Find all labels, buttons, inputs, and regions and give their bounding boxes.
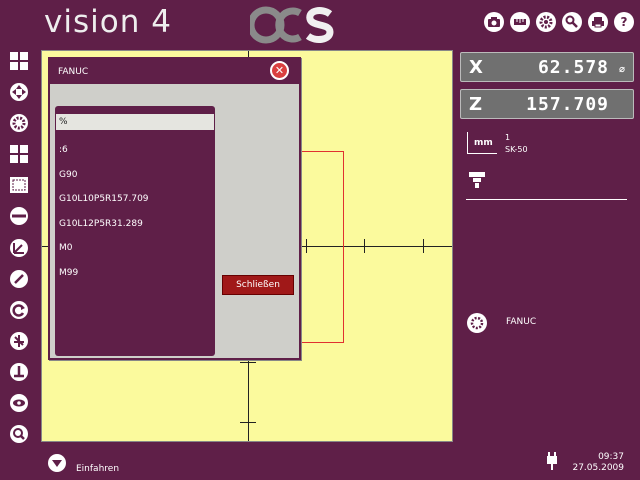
printer-icon[interactable]: [588, 12, 608, 32]
axis-tick: [423, 239, 424, 253]
grid-small-icon[interactable]: [8, 143, 30, 165]
tool-name: SK-50: [505, 145, 528, 154]
controller-label: FANUC: [506, 317, 537, 327]
dialog-header: FANUC ✕: [50, 59, 299, 84]
divider: [466, 199, 627, 200]
ocs-logo: [250, 6, 334, 44]
ruler-icon[interactable]: [510, 12, 530, 32]
move-icon[interactable]: [8, 81, 30, 103]
date: 27.05.2009: [572, 463, 624, 473]
gear-icon[interactable]: [536, 12, 556, 32]
retract-label: Einfahren: [76, 464, 120, 474]
x-value: 62.578: [537, 56, 609, 78]
retract-icon[interactable]: [48, 454, 66, 472]
time: 09:37: [598, 452, 624, 462]
axis-tick: [364, 239, 365, 253]
list-item[interactable]: G10L12P5R31.289: [56, 212, 214, 237]
camera-icon[interactable]: [484, 12, 504, 32]
rotate-icon[interactable]: [8, 299, 30, 321]
list-item[interactable]: M0: [56, 236, 214, 261]
list-item[interactable]: M99: [56, 261, 214, 286]
dialog-title: FANUC: [58, 66, 89, 77]
list-item[interactable]: :6: [56, 138, 214, 163]
list-item[interactable]: G90: [56, 163, 214, 188]
list-item[interactable]: G10L10P5R157.709: [56, 187, 214, 212]
unit-label: mm: [467, 132, 497, 154]
plug-icon: [547, 452, 557, 470]
gauge-icon[interactable]: [8, 268, 30, 290]
frame-icon[interactable]: [8, 174, 30, 196]
z-axis-label: Z: [469, 93, 483, 115]
axis-tick: [240, 422, 256, 423]
top-toolbar: ?: [484, 12, 634, 32]
z-value: 157.709: [526, 93, 609, 115]
close-button[interactable]: Schließen: [222, 275, 294, 295]
axis-tick: [240, 362, 256, 363]
base-icon[interactable]: [8, 361, 30, 383]
program-list[interactable]: % :6 G90 G10L10P5R157.709 G10L12P5R31.28…: [55, 106, 215, 356]
help-icon[interactable]: ?: [614, 12, 634, 32]
x-axis-label: X: [469, 56, 483, 78]
diameter-icon: ⌀: [618, 64, 625, 75]
grid-icon[interactable]: [8, 50, 30, 72]
tool-axis-icon[interactable]: [8, 330, 30, 352]
close-icon[interactable]: ✕: [270, 61, 289, 80]
app-title: vision 4: [44, 4, 172, 40]
zoom-icon[interactable]: [8, 423, 30, 445]
left-toolbar: [8, 50, 32, 454]
unit-info: mm 1 SK-50: [467, 132, 528, 156]
angle-icon[interactable]: [8, 237, 30, 259]
eye-icon[interactable]: [8, 392, 30, 414]
list-item[interactable]: %: [56, 114, 214, 130]
tool-holder-icon[interactable]: [467, 170, 487, 190]
z-coordinate-display: Z 157.709: [460, 89, 634, 119]
controller-icon[interactable]: [467, 313, 487, 333]
tool-number: 1: [505, 133, 511, 142]
wrench-icon[interactable]: [562, 12, 582, 32]
minus-icon[interactable]: [8, 205, 30, 227]
clock: 09:37 27.05.2009: [572, 452, 624, 474]
spindle-icon[interactable]: [8, 112, 30, 134]
tool-info: 1 SK-50: [505, 132, 528, 156]
x-coordinate-display: X 62.578 ⌀: [460, 52, 634, 82]
fanuc-dialog: FANUC ✕ % :6 G90 G10L10P5R157.709 G10L12…: [48, 57, 301, 360]
